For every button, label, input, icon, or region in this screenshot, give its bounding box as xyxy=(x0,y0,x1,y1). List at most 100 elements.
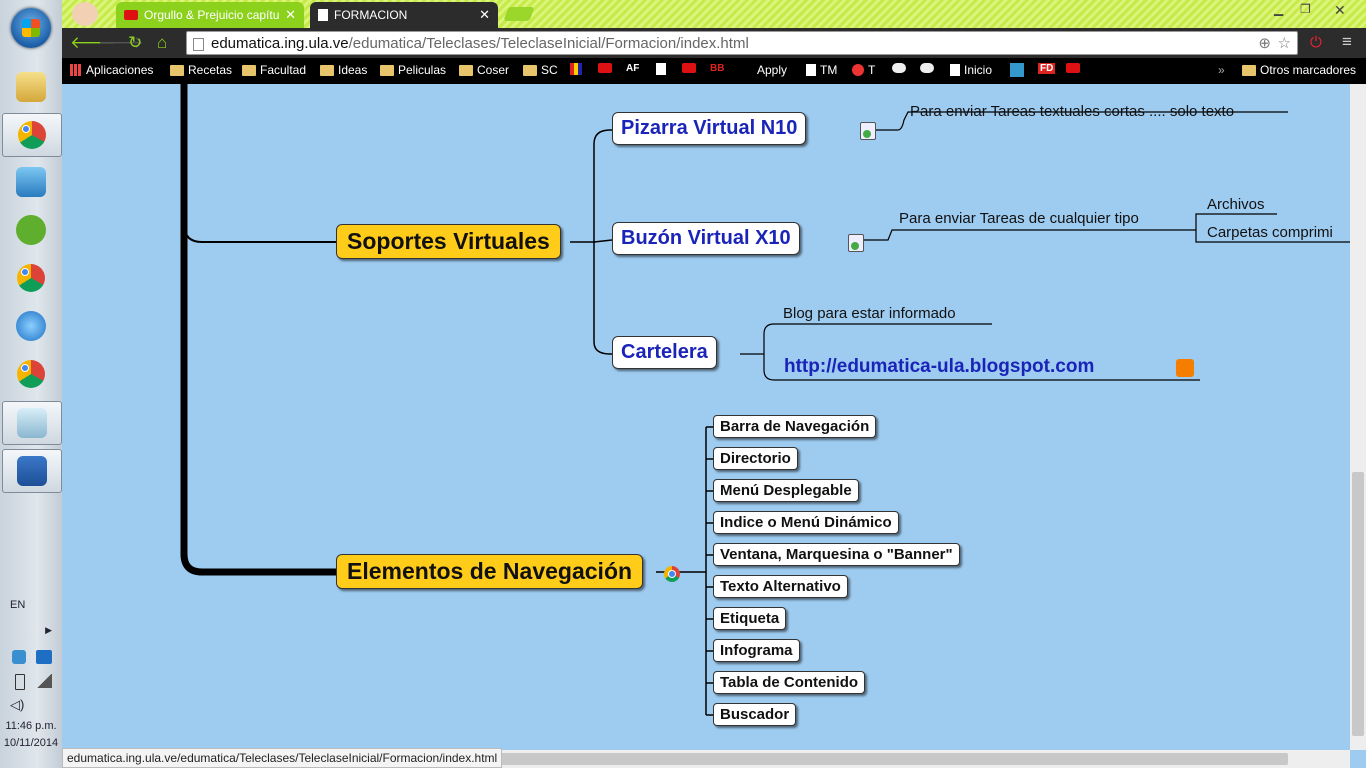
folder-icon xyxy=(1242,64,1256,76)
bookmark-otros-marcadores[interactable]: Otros marcadores xyxy=(1242,63,1356,77)
bookmark-af-icon[interactable]: AF xyxy=(626,63,639,74)
bookmark-owl-icon[interactable] xyxy=(920,63,934,73)
chrome-link-icon[interactable] xyxy=(664,566,680,582)
reload-icon[interactable]: ↻ xyxy=(128,33,142,53)
clock-time[interactable]: 11:46 p.m. xyxy=(0,720,62,732)
minimize-icon[interactable]: ▁ xyxy=(1274,2,1283,16)
bookmark-page-icon[interactable] xyxy=(656,63,666,75)
bookmark-youtube-icon[interactable] xyxy=(1066,63,1080,73)
chrome-icon xyxy=(17,264,45,292)
battery-icon[interactable] xyxy=(15,674,25,690)
bookmark-label: Coser xyxy=(477,63,510,77)
bookmark-label: TM xyxy=(820,63,838,77)
bookmark-aplicaciones[interactable]: Aplicaciones xyxy=(70,63,153,77)
status-bar-url: edumatica.ing.ula.ve/edumatica/Teleclase… xyxy=(62,748,503,768)
bookmark-apply[interactable]: Apply xyxy=(757,63,787,77)
nav-item[interactable]: Infograma xyxy=(713,639,800,662)
chrome-3-taskbar-button[interactable] xyxy=(2,353,60,395)
bookmark-label: Peliculas xyxy=(398,63,447,77)
bookmark-label: Ideas xyxy=(338,63,368,77)
close-tab-icon[interactable]: ✕ xyxy=(285,7,296,23)
zoom-icon[interactable]: ⊕ xyxy=(1258,32,1271,56)
tab-strip: Orgullo & Prejuicio capítu ✕ FORMACION ✕… xyxy=(62,0,1366,28)
vertical-scrollbar-thumb[interactable] xyxy=(1352,472,1364,736)
folder-icon xyxy=(380,64,394,76)
tab-orgullo[interactable]: Orgullo & Prejuicio capítu ✕ xyxy=(116,2,304,28)
restore-icon[interactable]: ❐ xyxy=(1300,2,1311,16)
nav-item[interactable]: Texto Alternativo xyxy=(713,575,848,598)
pizarra-note: Para enviar Tareas textuales cortas ....… xyxy=(910,103,1235,120)
bookmark-tm[interactable]: TM xyxy=(806,63,837,77)
tray-expand-icon[interactable]: ▶ xyxy=(0,625,62,636)
network-icon[interactable] xyxy=(36,674,52,688)
bookmark-peliculas[interactable]: Peliculas xyxy=(380,63,446,77)
extension-icon[interactable]: ⏻ xyxy=(1310,34,1322,51)
bookmark-facultad[interactable]: Facultad xyxy=(242,63,306,77)
nav-item[interactable]: Etiqueta xyxy=(713,607,787,630)
bookmark-ideas[interactable]: Ideas xyxy=(320,63,367,77)
bookmark-coser[interactable]: Coser xyxy=(459,63,509,77)
nav-item[interactable]: Menú Desplegable xyxy=(713,479,859,502)
nav-item[interactable]: Indice o Menú Dinámico xyxy=(713,511,899,534)
start-button[interactable] xyxy=(11,8,51,48)
bookmark-label: Recetas xyxy=(188,63,233,77)
buzon-note: Para enviar Tareas de cualquier tipo xyxy=(899,210,1139,227)
explorer-taskbar-button[interactable] xyxy=(2,66,60,108)
chrome-icon xyxy=(17,360,45,388)
utorrent-taskbar-button[interactable] xyxy=(2,209,60,251)
attachment-icon[interactable] xyxy=(860,122,876,140)
bookmarks-bar: Aplicaciones Recetas Facultad Ideas Peli… xyxy=(62,58,1366,84)
node-soportes-virtuales[interactable]: Soportes Virtuales xyxy=(336,224,561,259)
page-icon xyxy=(806,64,816,76)
blogger-icon[interactable] xyxy=(1176,359,1194,377)
new-tab-button[interactable] xyxy=(503,7,535,21)
nav-item[interactable]: Buscador xyxy=(713,703,797,726)
media-player-icon xyxy=(16,167,46,197)
bookmark-recetas[interactable]: Recetas xyxy=(170,63,232,77)
nav-item[interactable]: Barra de Navegación xyxy=(713,415,877,438)
close-tab-icon[interactable]: ✕ xyxy=(479,7,490,23)
nav-item[interactable]: Directorio xyxy=(713,447,798,470)
word-taskbar-button[interactable] xyxy=(2,449,62,493)
menu-icon[interactable]: ≡ xyxy=(1342,32,1352,52)
clock-date[interactable]: 10/11/2014 xyxy=(0,737,62,749)
bookmark-youtube-icon[interactable] xyxy=(598,63,612,73)
profile-avatar[interactable] xyxy=(72,2,98,26)
bookmark-fd-icon[interactable]: FD xyxy=(1038,63,1056,74)
attachment-icon[interactable] xyxy=(848,234,864,252)
home-icon[interactable]: ⌂ xyxy=(157,33,167,53)
node-elementos-navegacion[interactable]: Elementos de Navegación xyxy=(336,554,644,589)
buzon-carpetas: Carpetas comprimi xyxy=(1207,224,1333,241)
bookmark-youtube-icon[interactable] xyxy=(682,63,696,73)
tab-formacion[interactable]: FORMACION ✕ xyxy=(310,2,498,28)
word-icon xyxy=(17,456,47,486)
bookmark-label: Inicio xyxy=(964,63,993,77)
node-cartelera[interactable]: Cartelera xyxy=(612,336,717,369)
bookmark-flag-icon[interactable] xyxy=(570,63,582,75)
node-buzon-virtual[interactable]: Buzón Virtual X10 xyxy=(612,222,800,255)
windows-taskbar: EN ▶ ◁) 11:46 p.m. 10/11/2014 xyxy=(0,0,63,768)
blog-link[interactable]: http://edumatica-ula.blogspot.com xyxy=(784,356,1094,378)
bookmark-label: SC xyxy=(541,63,558,77)
nav-item[interactable]: Tabla de Contenido xyxy=(713,671,866,694)
close-window-icon[interactable]: ✕ xyxy=(1334,2,1346,19)
chrome-taskbar-button[interactable] xyxy=(2,113,62,157)
dropbox-tray-icon[interactable] xyxy=(12,650,26,664)
box-tray-icon[interactable] xyxy=(36,650,52,664)
media-player-taskbar-button[interactable] xyxy=(2,161,60,203)
bookmark-inicio[interactable]: Inicio xyxy=(950,63,992,77)
bookmark-sc[interactable]: SC xyxy=(523,63,558,77)
notepad-taskbar-button[interactable] xyxy=(2,401,62,445)
ie-taskbar-button[interactable] xyxy=(2,305,60,347)
nav-item[interactable]: Ventana, Marquesina o "Banner" xyxy=(713,543,960,566)
bookmark-lightbulb-icon[interactable] xyxy=(1010,63,1024,77)
star-icon[interactable]: ☆ xyxy=(1278,32,1291,56)
bookmark-t[interactable]: T xyxy=(852,63,875,77)
bookmarks-overflow-icon[interactable]: » xyxy=(1218,63,1225,77)
bookmark-bb-icon[interactable]: BB xyxy=(710,63,724,74)
node-pizarra-virtual[interactable]: Pizarra Virtual N10 xyxy=(612,112,807,145)
chrome-2-taskbar-button[interactable] xyxy=(2,257,60,299)
bookmark-owl-icon[interactable] xyxy=(892,63,906,73)
address-bar[interactable]: edumatica.ing.ula.ve/edumatica/Teleclase… xyxy=(186,31,1298,55)
apps-grid-icon xyxy=(70,64,82,76)
